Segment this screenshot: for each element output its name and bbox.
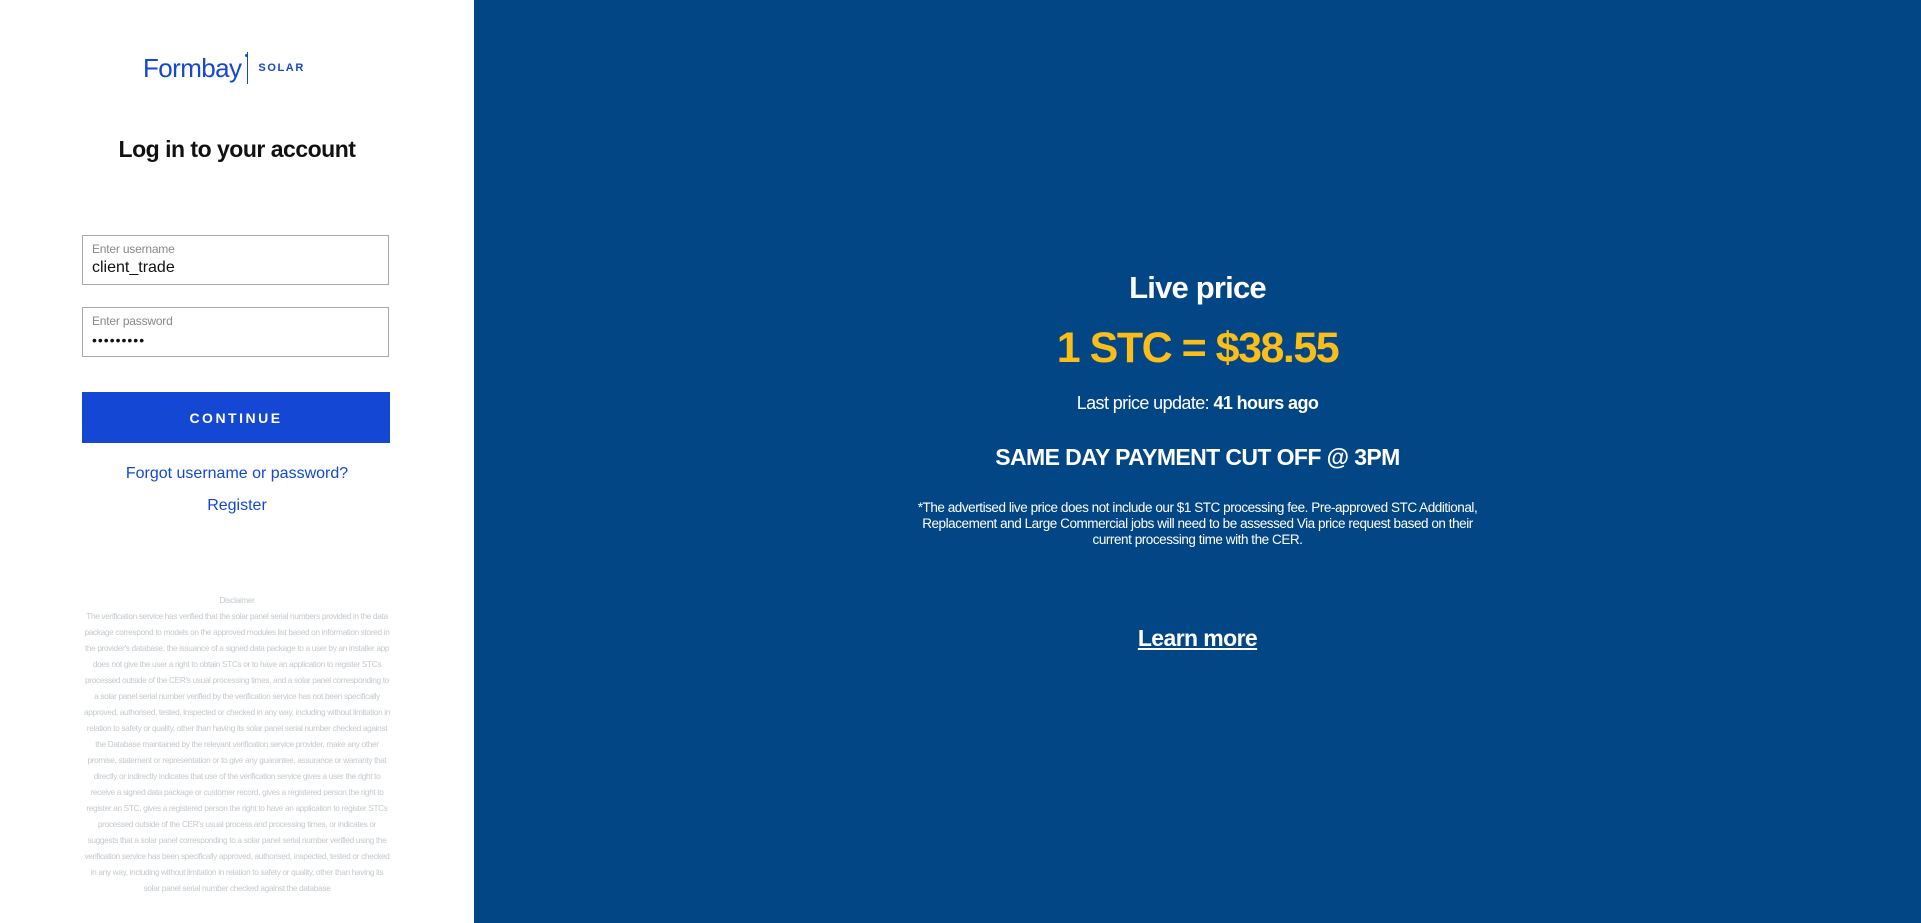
disclaimer-text: The verification service has verified th… [84, 611, 390, 893]
login-panel: Formbay SOLAR Log in to your account Ent… [0, 0, 474, 923]
payment-cutoff: SAME DAY PAYMENT CUT OFF @ 3PM [995, 444, 1400, 470]
stc-price: 1 STC = $38.55 [1056, 324, 1340, 372]
live-price-title: Live price [1129, 270, 1267, 305]
live-price-panel: Live price 1 STC = $38.55 Last price upd… [474, 0, 1921, 923]
register-link[interactable]: Register [0, 497, 474, 515]
forgot-credentials-link[interactable]: Forgot username or password? [0, 465, 474, 483]
page-title: Log in to your account [118, 136, 356, 162]
logo-tagline: SOLAR [258, 62, 305, 74]
password-value[interactable]: ••••••••• [92, 332, 145, 348]
price-note: *The advertised live price does not incl… [917, 500, 1478, 547]
password-label: Enter password [92, 314, 173, 328]
logo-divider [245, 52, 249, 84]
logo-wordmark: Formbay [143, 52, 242, 83]
disclaimer: Disclaimer The verification service has … [82, 592, 392, 896]
disclaimer-title: Disclaimer [219, 595, 255, 605]
continue-button[interactable]: CONTINUE [82, 392, 390, 443]
last-update-prefix: Last price update: [1076, 393, 1214, 413]
last-price-update: Last price update: 41 hours ago [474, 393, 1921, 414]
login-page: Formbay SOLAR Log in to your account Ent… [0, 0, 1921, 923]
username-value[interactable]: client_trade [92, 259, 175, 277]
last-update-value: 41 hours ago [1213, 393, 1319, 413]
password-field[interactable]: Enter password ••••••••• [82, 307, 389, 357]
username-field[interactable]: Enter username client_trade [82, 235, 389, 285]
formbay-logo: Formbay SOLAR [143, 52, 305, 84]
username-label: Enter username [92, 242, 175, 256]
learn-more-link[interactable]: Learn more [474, 625, 1921, 652]
